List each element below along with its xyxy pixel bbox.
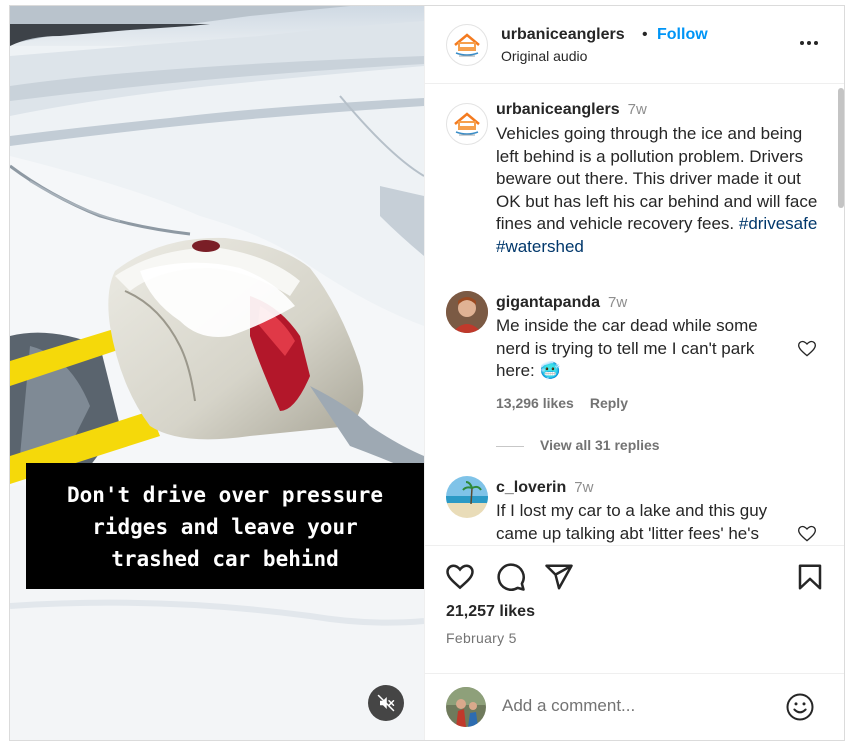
comment-time[interactable]: 7w	[574, 479, 593, 496]
current-user-avatar[interactable]	[446, 687, 486, 727]
comment-body: If I lost my car to a lake and this guy …	[496, 501, 768, 543]
urban-ice-anglers-logo	[454, 112, 480, 136]
add-comment-bar: Add a comment...	[425, 673, 844, 740]
post-dialog: Don't drive over pressure ridges and lea…	[9, 5, 845, 741]
comment-text: Me inside the car dead while some nerd i…	[496, 315, 786, 383]
comment-body: Me inside the car dead while some nerd i…	[496, 316, 758, 380]
post-actions: 21,257 likes February 5	[425, 545, 844, 672]
comment-header: c_loverin 7w	[496, 479, 593, 497]
post-details-panel: urbaniceanglers • Follow Original audio	[424, 6, 844, 740]
add-comment-input[interactable]: Add a comment...	[502, 696, 635, 716]
likes-count[interactable]: 21,257 likes	[446, 603, 535, 621]
comment-header: gigantapanda 7w	[496, 294, 627, 312]
caption-line: trashed car behind	[111, 547, 339, 571]
post-video[interactable]: Don't drive over pressure ridges and lea…	[10, 6, 424, 740]
user-photo-avatar	[446, 687, 486, 727]
follow-button[interactable]: Follow	[657, 26, 708, 44]
caption-time[interactable]: 7w	[628, 101, 647, 118]
comment-text: If I lost my car to a lake and this guy …	[496, 500, 796, 545]
comment-emoji: 🥶	[539, 361, 561, 380]
comment-meta: 13,296 likes Reply	[496, 395, 628, 411]
ice-scene-image	[10, 6, 424, 740]
header-username[interactable]: urbaniceanglers	[501, 26, 625, 44]
video-caption-overlay: Don't drive over pressure ridges and lea…	[26, 463, 424, 589]
caption-username[interactable]: urbaniceanglers	[496, 101, 620, 118]
comment-time[interactable]: 7w	[608, 294, 627, 311]
mute-button[interactable]	[368, 685, 404, 721]
comments-list[interactable]: urbaniceanglers 7w Vehicles going through…	[425, 85, 844, 545]
caption-line: ridges and leave your	[92, 515, 358, 539]
comment-like-heart-icon[interactable]	[797, 524, 817, 544]
reply-button[interactable]: Reply	[590, 395, 628, 411]
beach-photo-avatar	[446, 476, 488, 518]
commenter-avatar[interactable]	[446, 291, 488, 333]
post-date[interactable]: February 5	[446, 630, 517, 646]
speaker-muted-icon	[377, 694, 395, 712]
share-icon[interactable]	[544, 562, 574, 592]
comment-likes[interactable]: 13,296 likes	[496, 395, 574, 411]
account-avatar[interactable]	[446, 24, 488, 66]
caption-line: Don't drive over pressure	[66, 483, 384, 507]
post-header: urbaniceanglers • Follow Original audio	[425, 6, 844, 84]
caption-avatar[interactable]	[446, 103, 488, 145]
view-replies-button[interactable]: View all 31 replies	[496, 437, 660, 453]
bookmark-icon[interactable]	[795, 562, 825, 592]
smiley-icon[interactable]	[785, 692, 815, 722]
scrollbar[interactable]	[838, 88, 844, 208]
post-caption: Vehicles going through the ice and being…	[496, 123, 826, 258]
heart-icon[interactable]	[445, 562, 475, 592]
view-replies-label: View all 31 replies	[540, 437, 660, 453]
caption-header: urbaniceanglers 7w	[496, 101, 647, 119]
urban-ice-anglers-logo	[454, 33, 480, 57]
more-horizontal-icon[interactable]	[797, 31, 821, 55]
comment-icon[interactable]	[496, 562, 526, 592]
comment-username[interactable]: gigantapanda	[496, 294, 600, 311]
user-photo-avatar	[446, 291, 488, 333]
comment-like-heart-icon[interactable]	[797, 339, 817, 359]
divider-line	[496, 445, 524, 447]
comment-username[interactable]: c_loverin	[496, 479, 566, 496]
commenter-avatar[interactable]	[446, 476, 488, 518]
original-audio-link[interactable]: Original audio	[501, 48, 587, 64]
header-separator: •	[642, 26, 648, 43]
